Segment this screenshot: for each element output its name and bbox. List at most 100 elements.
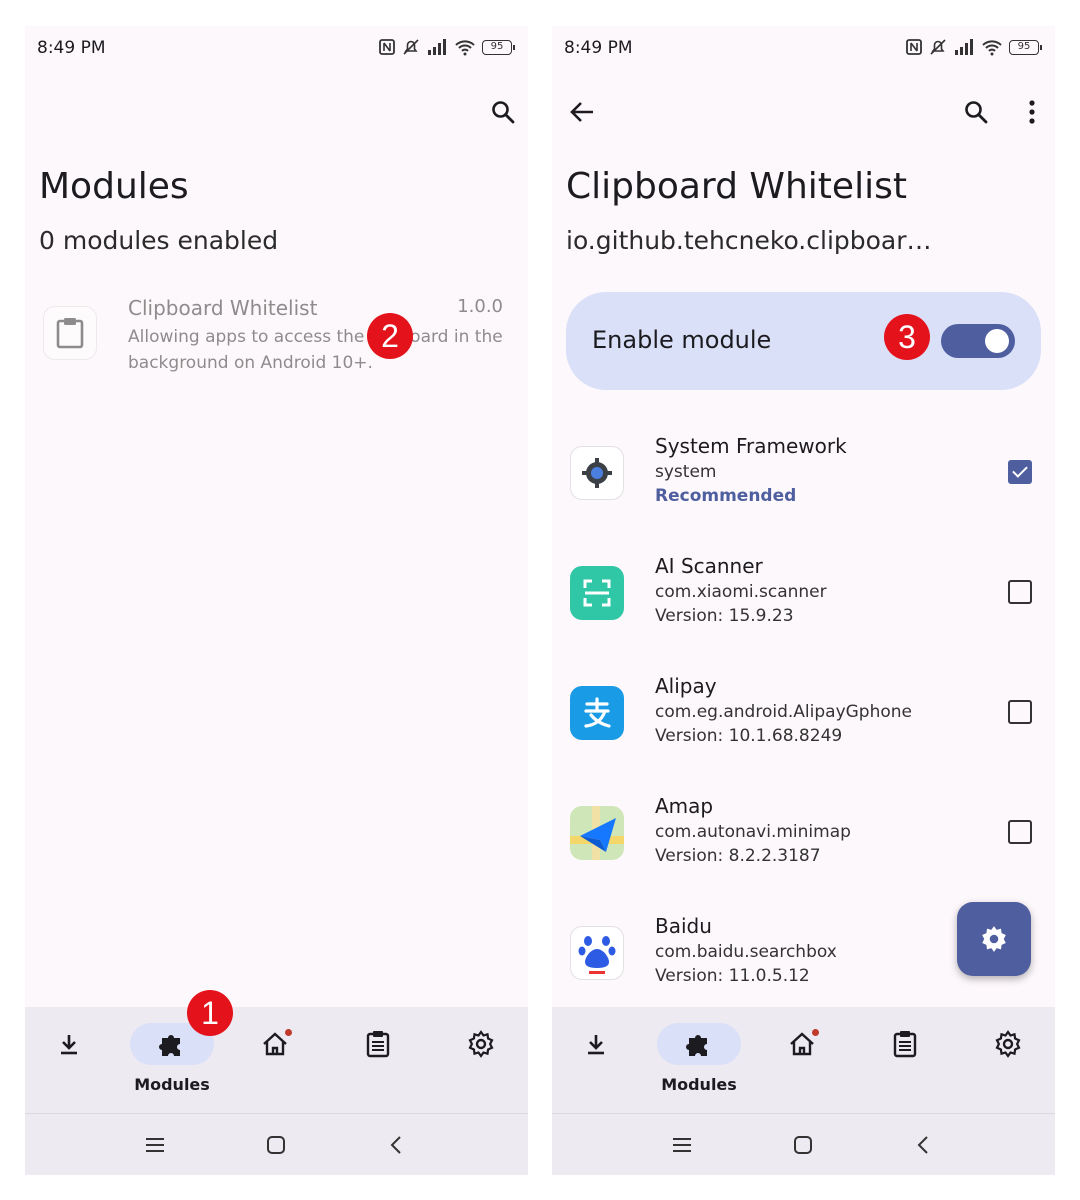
recents-button[interactable] — [667, 1132, 697, 1158]
settings-fab[interactable] — [957, 902, 1031, 976]
more-options-button[interactable] — [1012, 92, 1052, 132]
square-icon — [267, 1136, 285, 1154]
nav-item-home[interactable] — [225, 1007, 325, 1113]
nav-item-home[interactable] — [752, 1007, 852, 1113]
enable-module-switch[interactable] — [941, 324, 1015, 358]
bottom-navigation: Modules — [552, 1007, 1055, 1113]
amap-icon — [570, 806, 624, 860]
back-system-button[interactable] — [908, 1132, 938, 1158]
nav-pill — [760, 1023, 844, 1065]
home-system-button[interactable] — [788, 1132, 818, 1158]
search-icon — [492, 101, 515, 124]
nav-item-settings[interactable] — [958, 1007, 1055, 1113]
search-button[interactable] — [956, 92, 996, 132]
download-icon — [588, 1035, 604, 1055]
app-version: Version: 8.2.2.3187 — [655, 846, 821, 866]
clipboard-icon — [56, 318, 84, 349]
nav-pill — [966, 1023, 1050, 1065]
module-description: Allowing apps to access the clipboard in… — [128, 327, 503, 373]
wifi-icon — [982, 40, 1002, 56]
nav-pill — [863, 1023, 947, 1065]
step-badge-2: 2 — [367, 313, 413, 359]
app-row-alipay[interactable]: Alipay com.eg.android.AlipayGphone Versi… — [570, 674, 1040, 784]
app-name: Alipay — [655, 674, 717, 698]
signal-icon — [955, 39, 973, 55]
nav-pill-active — [657, 1023, 741, 1065]
app-row-system-framework[interactable]: System Framework system Recommended — [570, 434, 1040, 544]
home-icon — [263, 1032, 287, 1056]
app-checkbox[interactable] — [1008, 460, 1032, 484]
arrow-left-icon — [570, 102, 593, 122]
app-name: AI Scanner — [655, 554, 763, 578]
modules-enabled-count: 0 modules enabled — [39, 226, 279, 255]
recommended-label: Recommended — [655, 486, 797, 506]
status-time: 8:49 PM — [37, 38, 106, 58]
baidu-icon — [570, 926, 624, 980]
mute-bell-icon — [930, 39, 946, 55]
recents-button[interactable] — [140, 1132, 170, 1158]
nav-item-modules[interactable]: Modules — [649, 1007, 749, 1113]
logs-icon — [893, 1031, 917, 1058]
module-version: 1.0.0 — [457, 296, 503, 317]
step-badge-1: 1 — [187, 990, 233, 1036]
nav-pill — [233, 1023, 317, 1065]
module-icon — [43, 306, 97, 360]
app-checkbox[interactable] — [1008, 820, 1032, 844]
system-navigation-bar — [25, 1113, 528, 1175]
search-button[interactable] — [483, 92, 523, 132]
back-button[interactable] — [562, 92, 602, 132]
mute-bell-icon — [403, 39, 419, 55]
page-title: Modules — [39, 166, 189, 207]
back-system-button[interactable] — [381, 1132, 411, 1158]
home-system-button[interactable] — [261, 1132, 291, 1158]
gear-icon — [982, 926, 1006, 952]
chevron-left-icon — [917, 1136, 928, 1154]
app-row-ai-scanner[interactable]: AI Scanner com.xiaomi.scanner Version: 1… — [570, 554, 1040, 664]
wifi-icon — [455, 40, 475, 56]
status-icons: 95 — [905, 38, 1042, 56]
battery-icon: 95 — [482, 39, 515, 55]
bottom-navigation: Modules — [25, 1007, 528, 1113]
nav-item-repository[interactable] — [25, 1007, 119, 1113]
download-icon — [61, 1035, 77, 1055]
menu-lines-icon — [673, 1138, 691, 1152]
step-badge-3: 3 — [884, 314, 930, 360]
enable-module-card[interactable]: Enable module — [566, 292, 1041, 390]
nav-item-settings[interactable] — [431, 1007, 528, 1113]
logs-icon — [366, 1031, 390, 1058]
status-bar: 8:49 PM 95 — [25, 26, 528, 70]
puzzle-icon — [159, 1035, 180, 1056]
nav-label-modules: Modules — [661, 1075, 737, 1094]
home-icon — [790, 1032, 814, 1056]
phone-screen-module-scope: 8:49 PM 95 Clipboard Whitelist io.github… — [552, 26, 1055, 1175]
app-row-amap[interactable]: Amap com.autonavi.minimap Version: 8.2.2… — [570, 794, 1040, 904]
phone-screen-modules: 8:49 PM 95 Modules 0 modules enabled Cli… — [25, 26, 528, 1175]
app-checkbox[interactable] — [1008, 580, 1032, 604]
settings-icon — [995, 1030, 1021, 1058]
battery-icon: 95 — [1009, 39, 1042, 55]
nav-item-logs[interactable] — [328, 1007, 428, 1113]
app-package: com.eg.android.AlipayGphone — [655, 702, 913, 722]
notification-dot — [812, 1029, 819, 1036]
app-package: com.baidu.searchbox — [655, 942, 837, 962]
module-name: Clipboard Whitelist — [128, 296, 318, 320]
settings-icon — [468, 1030, 494, 1058]
enable-module-label: Enable module — [592, 326, 772, 354]
status-bar: 8:49 PM 95 — [552, 26, 1055, 70]
module-item-clipboard-whitelist[interactable]: Clipboard Whitelist 1.0.0 Allowing apps … — [43, 294, 513, 384]
nfc-icon — [379, 39, 395, 55]
menu-lines-icon — [146, 1138, 164, 1152]
nav-pill — [554, 1023, 638, 1065]
system-navigation-bar — [552, 1113, 1055, 1175]
more-vert-icon — [1029, 100, 1035, 124]
app-name: Baidu — [655, 914, 712, 938]
nav-item-repository[interactable] — [552, 1007, 646, 1113]
app-checkbox[interactable] — [1008, 700, 1032, 724]
alipay-icon — [570, 686, 624, 740]
notification-dot — [285, 1029, 292, 1036]
nav-item-logs[interactable] — [855, 1007, 955, 1113]
app-version: Version: 10.1.68.8249 — [655, 726, 843, 746]
search-icon — [965, 101, 988, 124]
nav-pill — [439, 1023, 523, 1065]
puzzle-icon — [686, 1035, 707, 1056]
